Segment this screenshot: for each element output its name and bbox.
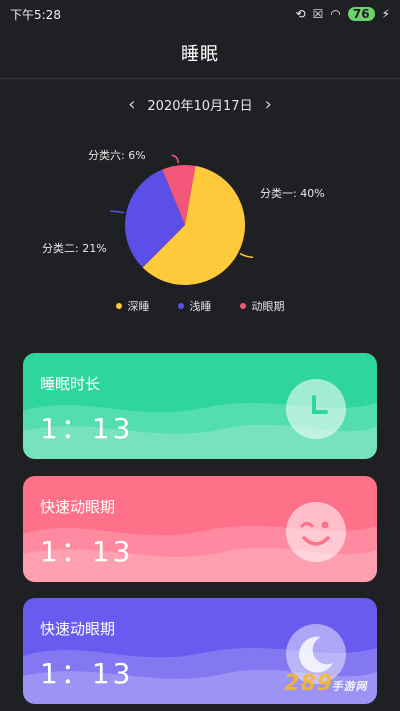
legend-dot-light [177,303,184,309]
chevron-right-icon[interactable]: › [261,94,276,115]
pie-label-slice-deep: 分类一: 40% [260,186,325,200]
page-header: 睡眠 [0,28,400,79]
legend-item-deep[interactable]: 深睡 [115,298,150,314]
pie-leader-slice-deep [239,252,254,259]
card-value: 1：13 [40,657,134,690]
pie-label-slice-light: 分类二: 21% [42,241,107,255]
legend-dot-deep [115,303,122,309]
legend-label-rem: 动眼期 [251,300,285,313]
legend-item-light[interactable]: 浅睡 [177,298,212,314]
charging-icon: ⚡ [381,7,390,21]
legend-item-rem[interactable]: 动眼期 [239,298,285,314]
legend-label-light: 浅睡 [189,300,212,313]
wink-face-icon [285,501,347,567]
status-time: 下午5:28 [10,7,61,22]
page-title: 睡眠 [181,44,219,65]
watermark-logo: 289手游网 [282,671,371,696]
watermark-text: 289 [281,671,336,696]
sync-icon: ⟲ [295,7,306,21]
chevron-left-icon[interactable]: ‹ [124,94,139,115]
legend-dot-rem [239,303,246,309]
pie-leader-slice-rem [171,154,180,164]
card-title: 快速动眼期 [40,620,116,638]
sleep-duration-card[interactable]: 睡眠时长 1：13 [23,353,377,459]
chart-legend: 深睡 浅睡 动眼期 [0,298,400,314]
status-bar: 下午5:28 ⟲ ☒ ◠ 76 ⚡ [0,0,400,28]
date-label: 2020年10月17日 [147,98,253,114]
wifi-icon: ◠ [330,7,341,21]
battery-badge: 76 [347,7,375,21]
card-title: 睡眠时长 [40,375,101,393]
pie-label-slice-rem: 分类六: 6% [88,148,146,162]
date-navigator: ‹ 2020年10月17日 › [0,92,400,116]
legend-label-deep: 深睡 [127,300,150,313]
status-icons: ⟲ ☒ ◠ 76 ⚡ [296,7,390,21]
card-title: 快速动眼期 [40,498,116,516]
clock-icon [285,378,347,444]
watermark-suffix: 手游网 [331,680,370,693]
rem-card-2[interactable]: 快速动眼期 1：13 289手游网 [23,598,377,704]
card-value: 1：13 [40,412,134,445]
pie-leader-slice-light [110,210,125,214]
card-value: 1：13 [40,535,134,568]
rem-card[interactable]: 快速动眼期 1：13 [23,476,377,582]
sim-icon: ☒ [312,7,324,21]
